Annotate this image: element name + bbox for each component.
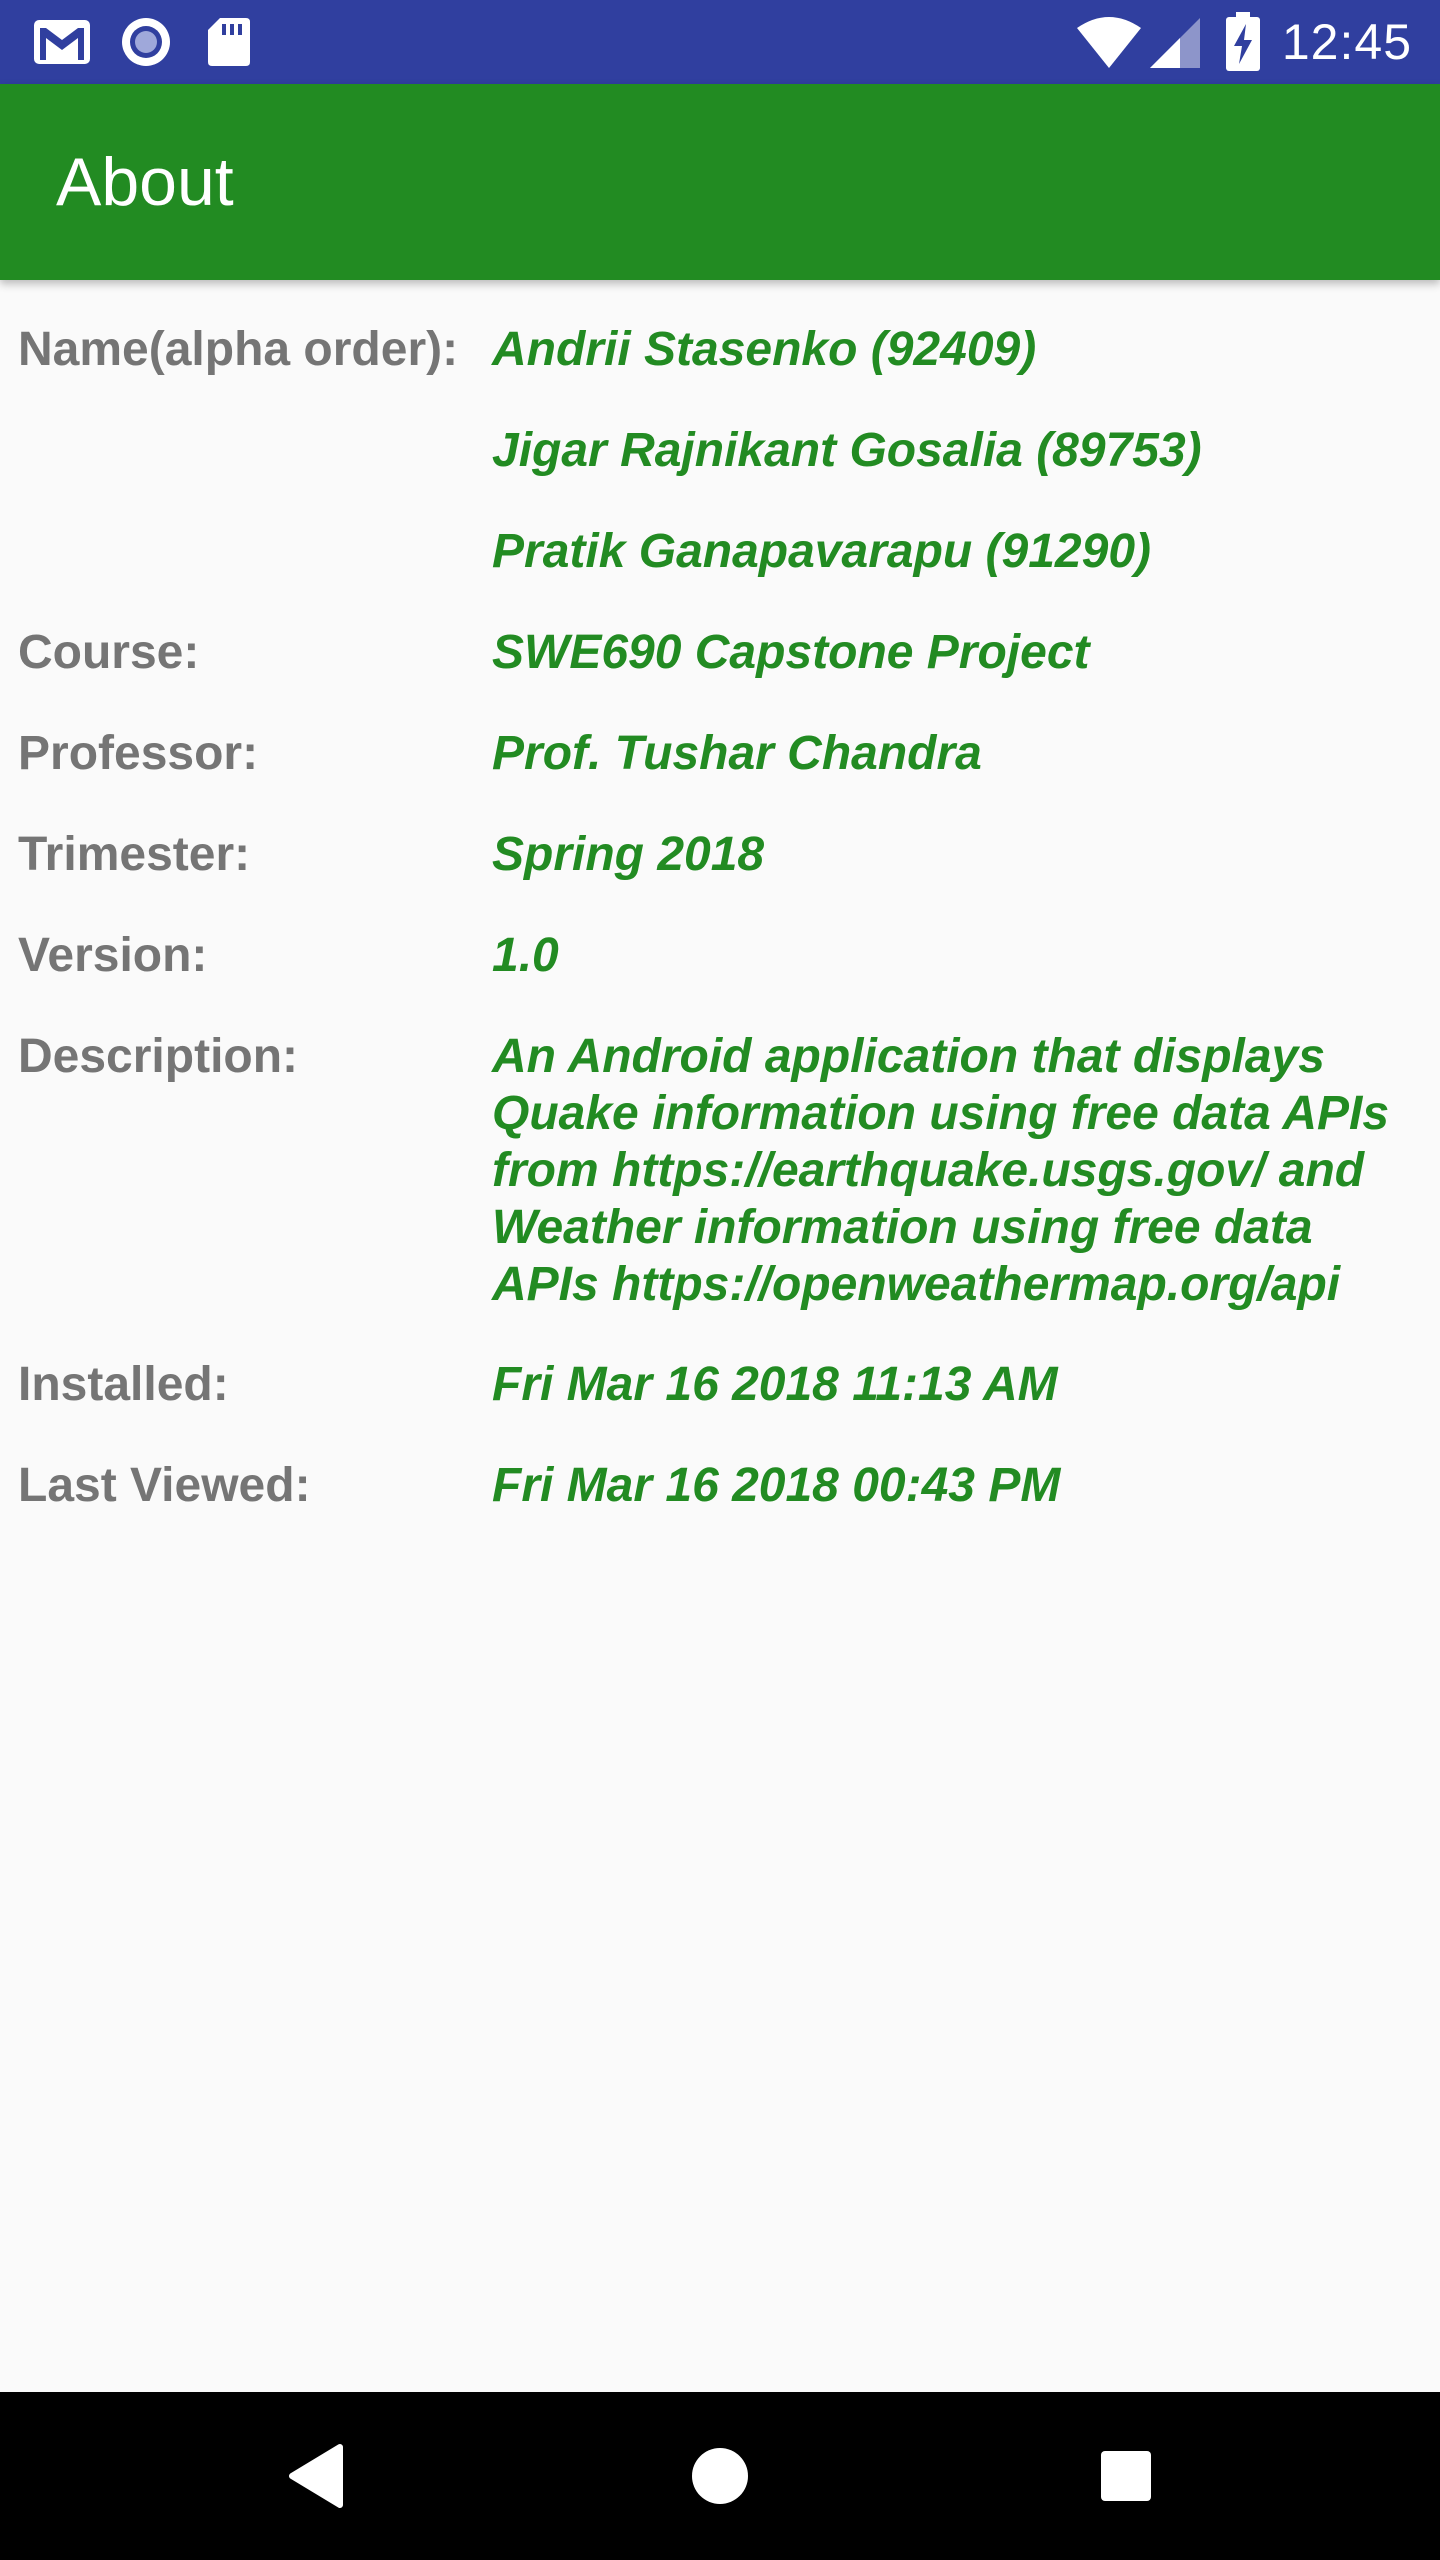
home-icon[interactable]: [680, 2436, 760, 2516]
installed-value: Fri Mar 16 2018 11:13 AM: [492, 1358, 1058, 1411]
sd-card-icon: [206, 14, 252, 70]
name-label: Name(alpha order):: [18, 323, 459, 376]
version-value: 1.0: [492, 929, 559, 982]
battery-charging-icon: [1224, 12, 1262, 71]
name-value-3: Pratik Ganapavarapu (91290): [492, 525, 1151, 578]
recents-icon[interactable]: [1086, 2436, 1166, 2516]
course-label: Course:: [18, 626, 200, 679]
page-title: About: [56, 144, 234, 220]
name-value-2: Jigar Rajnikant Gosalia (89753): [492, 424, 1202, 477]
status-time: 12:45: [1281, 14, 1412, 70]
app-bar: About: [0, 84, 1440, 280]
version-label: Version:: [18, 929, 208, 982]
last-viewed-label: Last Viewed:: [18, 1459, 311, 1512]
record-icon: [118, 14, 174, 70]
back-icon[interactable]: [276, 2436, 356, 2516]
gmail-icon: [32, 14, 92, 70]
trimester-label: Trimester:: [18, 828, 251, 881]
description-label: Description:: [18, 1030, 299, 1083]
professor-label: Professor:: [18, 727, 259, 780]
wifi-icon: [1076, 14, 1142, 70]
installed-label: Installed:: [18, 1358, 229, 1411]
professor-value: Prof. Tushar Chandra: [492, 727, 982, 780]
last-viewed-value: Fri Mar 16 2018 00:43 PM: [492, 1459, 1061, 1512]
name-value-1: Andrii Stasenko (92409): [492, 323, 1037, 376]
trimester-value: Spring 2018: [492, 828, 765, 881]
status-bar: 12:45: [0, 0, 1440, 84]
navigation-bar: [0, 2392, 1440, 2560]
course-value: SWE690 Capstone Project: [492, 626, 1090, 679]
description-value: An Android application that displays Qua…: [492, 1030, 1390, 1311]
signal-icon: [1148, 14, 1202, 70]
